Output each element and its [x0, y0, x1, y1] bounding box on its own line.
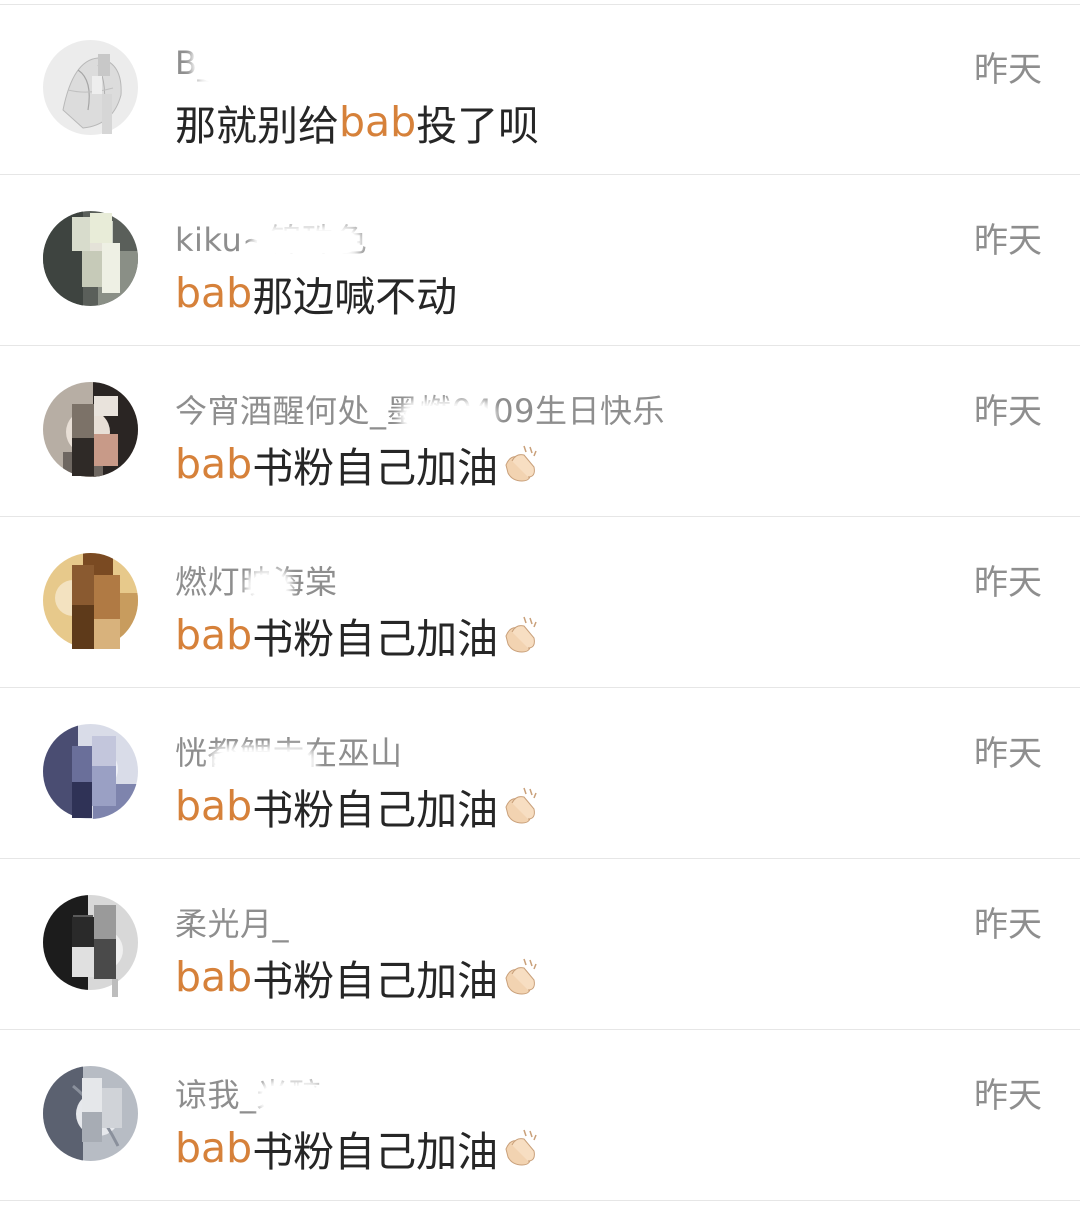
timestamp: 昨天 [974, 734, 1042, 774]
redaction-mosaic [72, 1058, 136, 1176]
comment-text: 那就别给 bab 投了呗 [175, 92, 539, 152]
comment-text-part: 投了呗 [416, 102, 540, 150]
mention-link[interactable]: bab [339, 98, 416, 146]
username-redaction [251, 575, 287, 597]
timestamp: 昨天 [974, 221, 1042, 261]
clapping-hands-icon [505, 958, 537, 995]
clapping-hands-icon [505, 616, 537, 653]
comment-text-part: 那边喊不动 [252, 273, 458, 321]
timestamp: 昨天 [974, 563, 1042, 603]
mention-link[interactable]: bab [175, 611, 252, 659]
redaction-mosaic [72, 203, 136, 321]
redaction-mosaic [72, 887, 136, 1005]
clapping-hands-icon [505, 1129, 537, 1166]
comment-item[interactable]: B__ly 那就别给bab投了呗 昨天 [0, 4, 1080, 175]
comment-item[interactable]: kiku~锦珠色 bab那边喊不动 昨天 [0, 175, 1080, 346]
timestamp: 昨天 [974, 905, 1042, 945]
comment-item[interactable]: 恍都鲤走在巫山 bab书粉自己加油 昨天 [0, 688, 1080, 859]
mention-link[interactable]: bab [175, 440, 252, 488]
comment-item[interactable]: 燃灯映海棠 bab书粉自己加油 昨天 [0, 517, 1080, 688]
comment-text: bab 书粉自己加油 [175, 605, 542, 665]
comment-text-part: 书粉自己加油 [252, 1128, 499, 1176]
username-redaction [257, 231, 357, 253]
comment-text: bab 书粉自己加油 [175, 1118, 542, 1178]
comment-text: bab 书粉自己加油 [175, 947, 542, 1007]
redaction-mosaic [72, 716, 136, 834]
redaction-mosaic [72, 545, 136, 663]
comment-text-part: 书粉自己加油 [252, 786, 499, 834]
comment-text-part: 书粉自己加油 [252, 957, 499, 1005]
comment-item[interactable]: 谅我_光醉 bab 书粉自己加油 昨天 [0, 1030, 1080, 1201]
mention-link[interactable]: bab [175, 953, 252, 1001]
username-redaction [197, 42, 267, 82]
comment-text-part: 那就别给 [175, 102, 339, 150]
username[interactable]: 柔光月_ [175, 899, 289, 945]
comment-text: bab 书粉自己加油 [175, 434, 542, 494]
timestamp: 昨天 [974, 392, 1042, 432]
comment-item[interactable]: 今宵酒醒何处_墨燃0409生日快乐 bab书粉自己加油 昨天 [0, 346, 1080, 517]
mention-link[interactable]: bab [175, 269, 252, 317]
timestamp: 昨天 [974, 1076, 1042, 1116]
comment-text-part: 书粉自己加油 [252, 615, 499, 663]
username-redaction [215, 752, 311, 772]
username-redaction [405, 406, 491, 428]
comment-text: bab 书粉自己加油 [175, 776, 542, 836]
comment-text-part: 书粉自己加油 [252, 444, 499, 492]
redaction-mosaic [72, 374, 136, 492]
timestamp: 昨天 [974, 50, 1042, 90]
mention-link[interactable]: bab [175, 1124, 252, 1172]
redaction-mosaic [72, 32, 136, 150]
comment-list: B__ly 那就别给bab投了呗 昨天 [0, 4, 1080, 1201]
mention-link[interactable]: bab [175, 782, 252, 830]
clapping-hands-icon [505, 445, 537, 482]
comment-text: bab 那边喊不动 [175, 263, 457, 323]
comment-item[interactable]: 柔光月_ bab 书粉自己加油 昨天 [0, 859, 1080, 1030]
username-redaction [261, 1086, 321, 1110]
clapping-hands-icon [505, 787, 537, 824]
